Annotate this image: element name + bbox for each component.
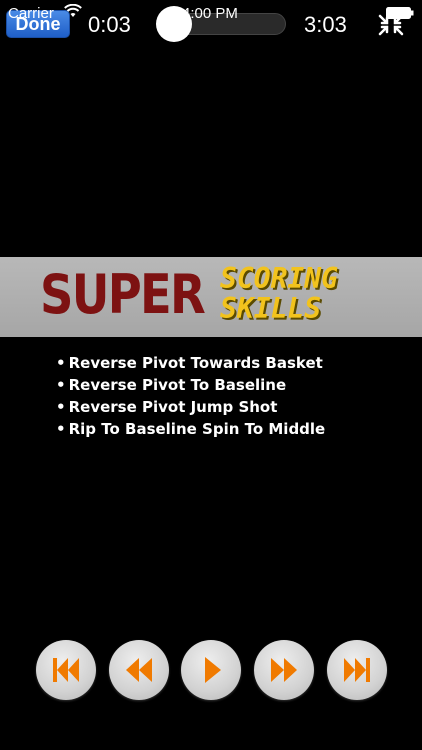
elapsed-time: 0:03 bbox=[88, 12, 131, 37]
fast-forward-button[interactable] bbox=[254, 640, 314, 700]
banner-title-super: SUPER bbox=[40, 263, 206, 326]
skip-to-end-button[interactable] bbox=[327, 640, 387, 700]
list-item-label: Rip To Baseline Spin To Middle bbox=[68, 420, 326, 438]
list-item-label: Reverse Pivot To Baseline bbox=[68, 376, 287, 394]
play-button[interactable] bbox=[181, 640, 241, 700]
list-item-label: Reverse Pivot Jump Shot bbox=[68, 398, 278, 416]
skip-to-start-icon bbox=[53, 658, 79, 682]
fast-forward-icon bbox=[271, 658, 297, 682]
wifi-icon bbox=[64, 4, 82, 17]
list-item: • Reverse Pivot Jump Shot bbox=[56, 396, 325, 418]
rewind-button[interactable] bbox=[109, 640, 169, 700]
list-item: • Rip To Baseline Spin To Middle bbox=[56, 418, 325, 440]
list-item: • Reverse Pivot Towards Basket bbox=[56, 352, 325, 374]
skip-to-start-button[interactable] bbox=[36, 640, 96, 700]
list-item: • Reverse Pivot To Baseline bbox=[56, 374, 325, 396]
banner-title-skills: SKILLS bbox=[220, 292, 322, 325]
status-time: 4:00 PM bbox=[182, 5, 238, 22]
video-player-screen: Carrier 4:00 PM Done 0:03 3:03 SUPER SCO… bbox=[0, 0, 422, 750]
transport-controls bbox=[0, 640, 422, 702]
remaining-time: 3:03 bbox=[304, 12, 347, 37]
bullet-dot: • bbox=[56, 398, 66, 416]
bullet-dot: • bbox=[56, 420, 66, 438]
play-icon bbox=[205, 657, 221, 683]
bullet-dot: • bbox=[56, 376, 66, 394]
banner-title-scoring: SCORING bbox=[220, 262, 339, 295]
rewind-icon bbox=[126, 658, 152, 682]
list-item-label: Reverse Pivot Towards Basket bbox=[68, 354, 323, 372]
bullet-dot: • bbox=[56, 354, 66, 372]
status-carrier: Carrier bbox=[8, 5, 54, 22]
skills-list: • Reverse Pivot Towards Basket • Reverse P… bbox=[56, 352, 325, 440]
battery-icon bbox=[386, 7, 414, 19]
skip-to-end-icon bbox=[344, 658, 370, 682]
